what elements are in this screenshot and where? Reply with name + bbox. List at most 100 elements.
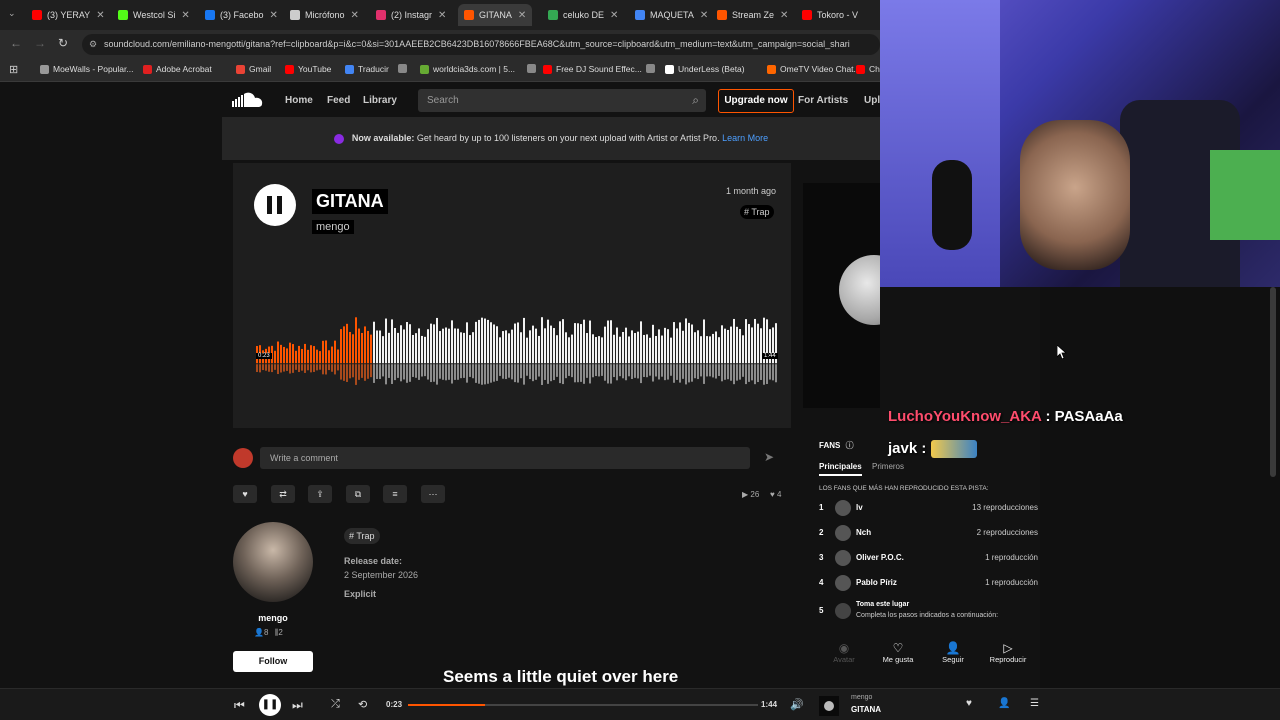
share-button[interactable]: ⇪ bbox=[308, 485, 332, 503]
action-play[interactable]: ▷ Reproducir bbox=[983, 641, 1033, 664]
waveform-reflection bbox=[574, 364, 576, 383]
player-artwork[interactable] bbox=[819, 696, 839, 716]
next-icon[interactable]: ⏭ bbox=[292, 698, 303, 713]
waveform-reflection bbox=[472, 364, 474, 379]
fan-row[interactable]: 3 Oliver P.O.C. 1 reproducción bbox=[819, 550, 1041, 566]
more-button[interactable]: ⋯ bbox=[421, 485, 445, 503]
browser-tab[interactable]: (3) YERAY ✕ bbox=[32, 4, 105, 26]
site-info-icon[interactable]: ⚙ bbox=[89, 34, 97, 55]
artist-avatar[interactable] bbox=[233, 522, 313, 602]
for-artists-link[interactable]: For Artists bbox=[798, 95, 848, 106]
search-input[interactable]: Search ⌕ bbox=[418, 89, 706, 112]
action-avatar[interactable]: ◉ Avatar bbox=[819, 641, 869, 664]
browser-tab[interactable]: (3) Facebo ✕ bbox=[205, 4, 278, 26]
like-button[interactable]: ♥ bbox=[233, 485, 257, 503]
waveform-bar bbox=[310, 345, 312, 364]
browser-tab[interactable]: MAQUETA ✕ bbox=[635, 4, 708, 26]
comment-input[interactable]: Write a comment bbox=[260, 447, 750, 469]
artist-tag[interactable]: # Trap bbox=[344, 528, 380, 544]
send-icon[interactable]: ➤ bbox=[764, 450, 774, 464]
url-bar[interactable]: ⚙ soundcloud.com/emiliano-mengotti/gitan… bbox=[82, 34, 880, 55]
soundcloud-logo[interactable] bbox=[232, 92, 264, 109]
browser-tab[interactable]: Micrófono ✕ bbox=[290, 4, 359, 26]
fan-row[interactable]: 1 lv 13 reproducciones bbox=[819, 500, 1041, 516]
waveform-reflection bbox=[622, 364, 624, 379]
scrollbar[interactable] bbox=[1270, 287, 1276, 477]
nav-home[interactable]: Home bbox=[285, 95, 313, 106]
volume-icon[interactable]: 🔊 bbox=[790, 698, 804, 711]
follow-button[interactable]: Follow bbox=[233, 651, 313, 672]
fan-rank: 1 bbox=[819, 503, 824, 512]
bookmark-item[interactable] bbox=[398, 64, 411, 73]
browser-tab[interactable]: GITANA ✕ bbox=[458, 4, 533, 26]
action-like[interactable]: ♡ Me gusta bbox=[873, 641, 923, 664]
fan-name[interactable]: Pablo Píriz bbox=[856, 578, 897, 587]
add-to-playlist-button[interactable]: ≡ bbox=[383, 485, 407, 503]
artist-name[interactable]: mengo bbox=[233, 613, 313, 623]
reload-icon[interactable]: ↻ bbox=[58, 36, 68, 50]
copy-link-button[interactable]: ⧉ bbox=[346, 485, 370, 503]
forward-icon[interactable]: → bbox=[34, 36, 46, 50]
track-artwork[interactable] bbox=[803, 183, 880, 408]
browser-tab[interactable]: Tokoro - V bbox=[802, 4, 858, 26]
action-follow[interactable]: 👤 Seguir bbox=[928, 641, 978, 664]
previous-icon[interactable]: ⏮ bbox=[234, 698, 245, 713]
fan-name[interactable]: Oliver P.O.C. bbox=[856, 553, 904, 562]
like-icon[interactable]: ♥ bbox=[966, 698, 972, 709]
bookmark-item[interactable]: Gmail bbox=[236, 64, 271, 74]
close-tab-icon[interactable]: ✕ bbox=[780, 10, 788, 21]
nav-feed[interactable]: Feed bbox=[327, 95, 350, 106]
repost-button[interactable]: ⇄ bbox=[271, 485, 295, 503]
close-tab-icon[interactable]: ✕ bbox=[181, 10, 189, 21]
fan-name[interactable]: Nch bbox=[856, 528, 871, 537]
upgrade-now-button[interactable]: Upgrade now bbox=[718, 89, 794, 113]
apps-icon[interactable]: ⊞ bbox=[9, 63, 18, 76]
close-tab-icon[interactable]: ✕ bbox=[700, 10, 708, 21]
bookmark-item[interactable]: YouTube bbox=[285, 64, 331, 74]
tab-principales[interactable]: Principales bbox=[819, 462, 862, 476]
bookmark-item[interactable]: UnderLess (Beta) bbox=[665, 64, 745, 74]
bookmark-item[interactable]: Adobe Acrobat bbox=[143, 64, 212, 74]
browser-tab[interactable]: Westcol Si ✕ bbox=[118, 4, 190, 26]
fan-row[interactable]: 2 Nch 2 reproducciones bbox=[819, 525, 1041, 541]
browser-tab[interactable]: Stream Ze ✕ bbox=[717, 4, 788, 26]
pause-button-small[interactable]: ❚❚ bbox=[259, 694, 281, 716]
close-tab-icon[interactable]: ✕ bbox=[270, 10, 278, 21]
track-tag[interactable]: # Trap bbox=[740, 205, 774, 219]
search-icon[interactable]: ⌕ bbox=[692, 89, 699, 112]
close-tab-icon[interactable]: ✕ bbox=[351, 10, 359, 21]
repeat-icon[interactable]: ⟲ bbox=[358, 698, 367, 711]
bookmark-item[interactable]: OmeTV Video Chat... bbox=[767, 64, 861, 74]
back-icon[interactable]: ← bbox=[10, 36, 22, 50]
waveform[interactable] bbox=[256, 317, 778, 385]
close-tab-icon[interactable]: ✕ bbox=[610, 10, 618, 21]
bookmark-item[interactable]: worldcia3ds.com | 5... bbox=[420, 64, 515, 74]
bookmark-item[interactable]: Ch bbox=[856, 64, 880, 74]
learn-more-link[interactable]: Learn More bbox=[722, 133, 768, 143]
queue-icon[interactable]: ☰ bbox=[1030, 698, 1039, 709]
pause-button[interactable] bbox=[254, 184, 296, 226]
bookmark-item[interactable] bbox=[646, 64, 659, 73]
bookmark-item[interactable]: Free DJ Sound Effec... bbox=[543, 64, 642, 74]
shuffle-icon[interactable]: ⤮ bbox=[331, 698, 340, 711]
bookmark-item[interactable] bbox=[527, 64, 540, 73]
track-artist[interactable]: mengo bbox=[312, 220, 354, 234]
upload-link[interactable]: Upl bbox=[864, 95, 880, 106]
fan-row[interactable]: 4 Pablo Píriz 1 reproducción bbox=[819, 575, 1041, 591]
browser-tab[interactable]: celuko DE ✕ bbox=[548, 4, 618, 26]
info-icon[interactable]: ⓘ bbox=[846, 441, 854, 450]
close-tab-icon[interactable]: ✕ bbox=[438, 10, 446, 21]
browser-tab[interactable]: (2) Instagr ✕ bbox=[376, 4, 446, 26]
bookmark-item[interactable]: MoeWalls - Popular... bbox=[40, 64, 133, 74]
tab-search-icon[interactable]: ⌄ bbox=[8, 8, 16, 19]
player-artist[interactable]: mengo bbox=[851, 694, 872, 701]
follow-icon[interactable]: 👤 bbox=[998, 698, 1010, 709]
nav-library[interactable]: Library bbox=[363, 95, 397, 106]
close-tab-icon[interactable]: ✕ bbox=[96, 10, 104, 21]
bookmark-item[interactable]: Traducir bbox=[345, 64, 389, 74]
close-tab-icon[interactable]: ✕ bbox=[518, 10, 526, 21]
tab-primeros[interactable]: Primeros bbox=[872, 462, 904, 471]
player-title[interactable]: GITANA bbox=[851, 705, 881, 714]
progress-track[interactable] bbox=[408, 704, 758, 706]
fan-name[interactable]: lv bbox=[856, 503, 863, 512]
